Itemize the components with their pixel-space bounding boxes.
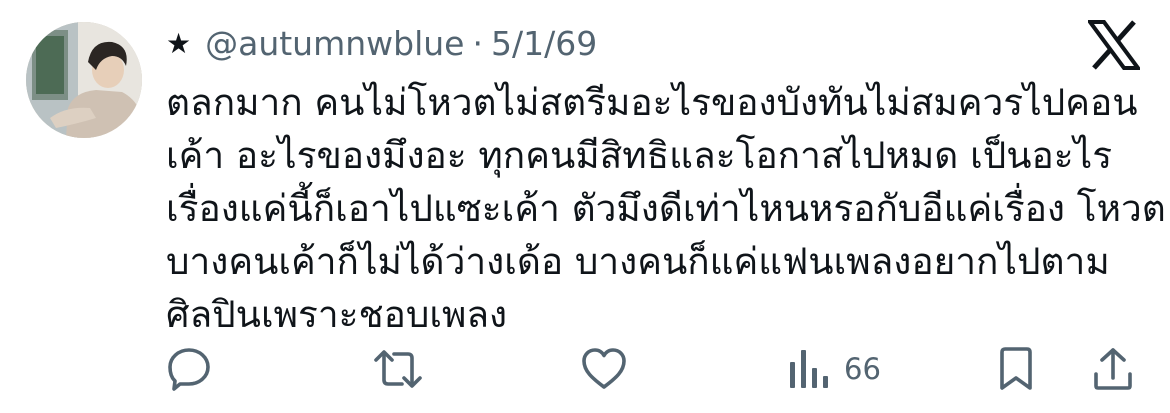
repost-button[interactable]: [372, 346, 424, 392]
x-logo-icon: [1086, 20, 1142, 70]
post-header: ★ @autumnwblue · 5/1/69: [166, 18, 597, 68]
post-text-line: เค้า อะไรของมึงอะ ทุกคนมีสิทธิและโอกาสไป…: [166, 134, 1113, 177]
views-icon: [790, 350, 828, 388]
repost-icon: [374, 350, 422, 388]
post-text-line: ตลกมาก คนไม่โหวตไม่สตรีมอะไรของบังทันไม่…: [166, 81, 1138, 124]
avatar-photo: [26, 22, 142, 138]
bookmark-button[interactable]: [996, 346, 1036, 392]
heart-icon: [582, 348, 626, 389]
bookmark-icon: [1000, 347, 1032, 390]
post-text-line: เรื่องแค่นี้ก็เอาไปแซะเค้า ตัวมึงดีเท่าไ…: [166, 187, 1166, 230]
reply-icon: [168, 348, 210, 391]
avatar[interactable]: [26, 22, 142, 138]
action-bar: 66: [0, 340, 1170, 400]
share-button[interactable]: [1092, 346, 1134, 392]
separator-dot: ·: [472, 23, 484, 63]
user-handle[interactable]: @autumnwblue: [205, 24, 464, 63]
like-button[interactable]: [580, 346, 628, 392]
share-icon: [1094, 348, 1132, 390]
post-text-line: บางคนเค้าก็ไม่ได้ว่างเด้อ บางคนก็แค่แฟนเ…: [166, 240, 1110, 283]
handle-prefix: ★: [166, 26, 192, 60]
views-count: 66: [844, 352, 881, 386]
post-date[interactable]: 5/1/69: [491, 24, 597, 63]
reply-button[interactable]: [166, 346, 212, 392]
post-text-line: ศิลปินเพราะชอบเพลง: [166, 293, 508, 336]
views-button[interactable]: 66: [788, 348, 881, 390]
post-text: ตลกมาก คนไม่โหวตไม่สตรีมอะไรของบังทันไม่…: [166, 76, 1166, 341]
